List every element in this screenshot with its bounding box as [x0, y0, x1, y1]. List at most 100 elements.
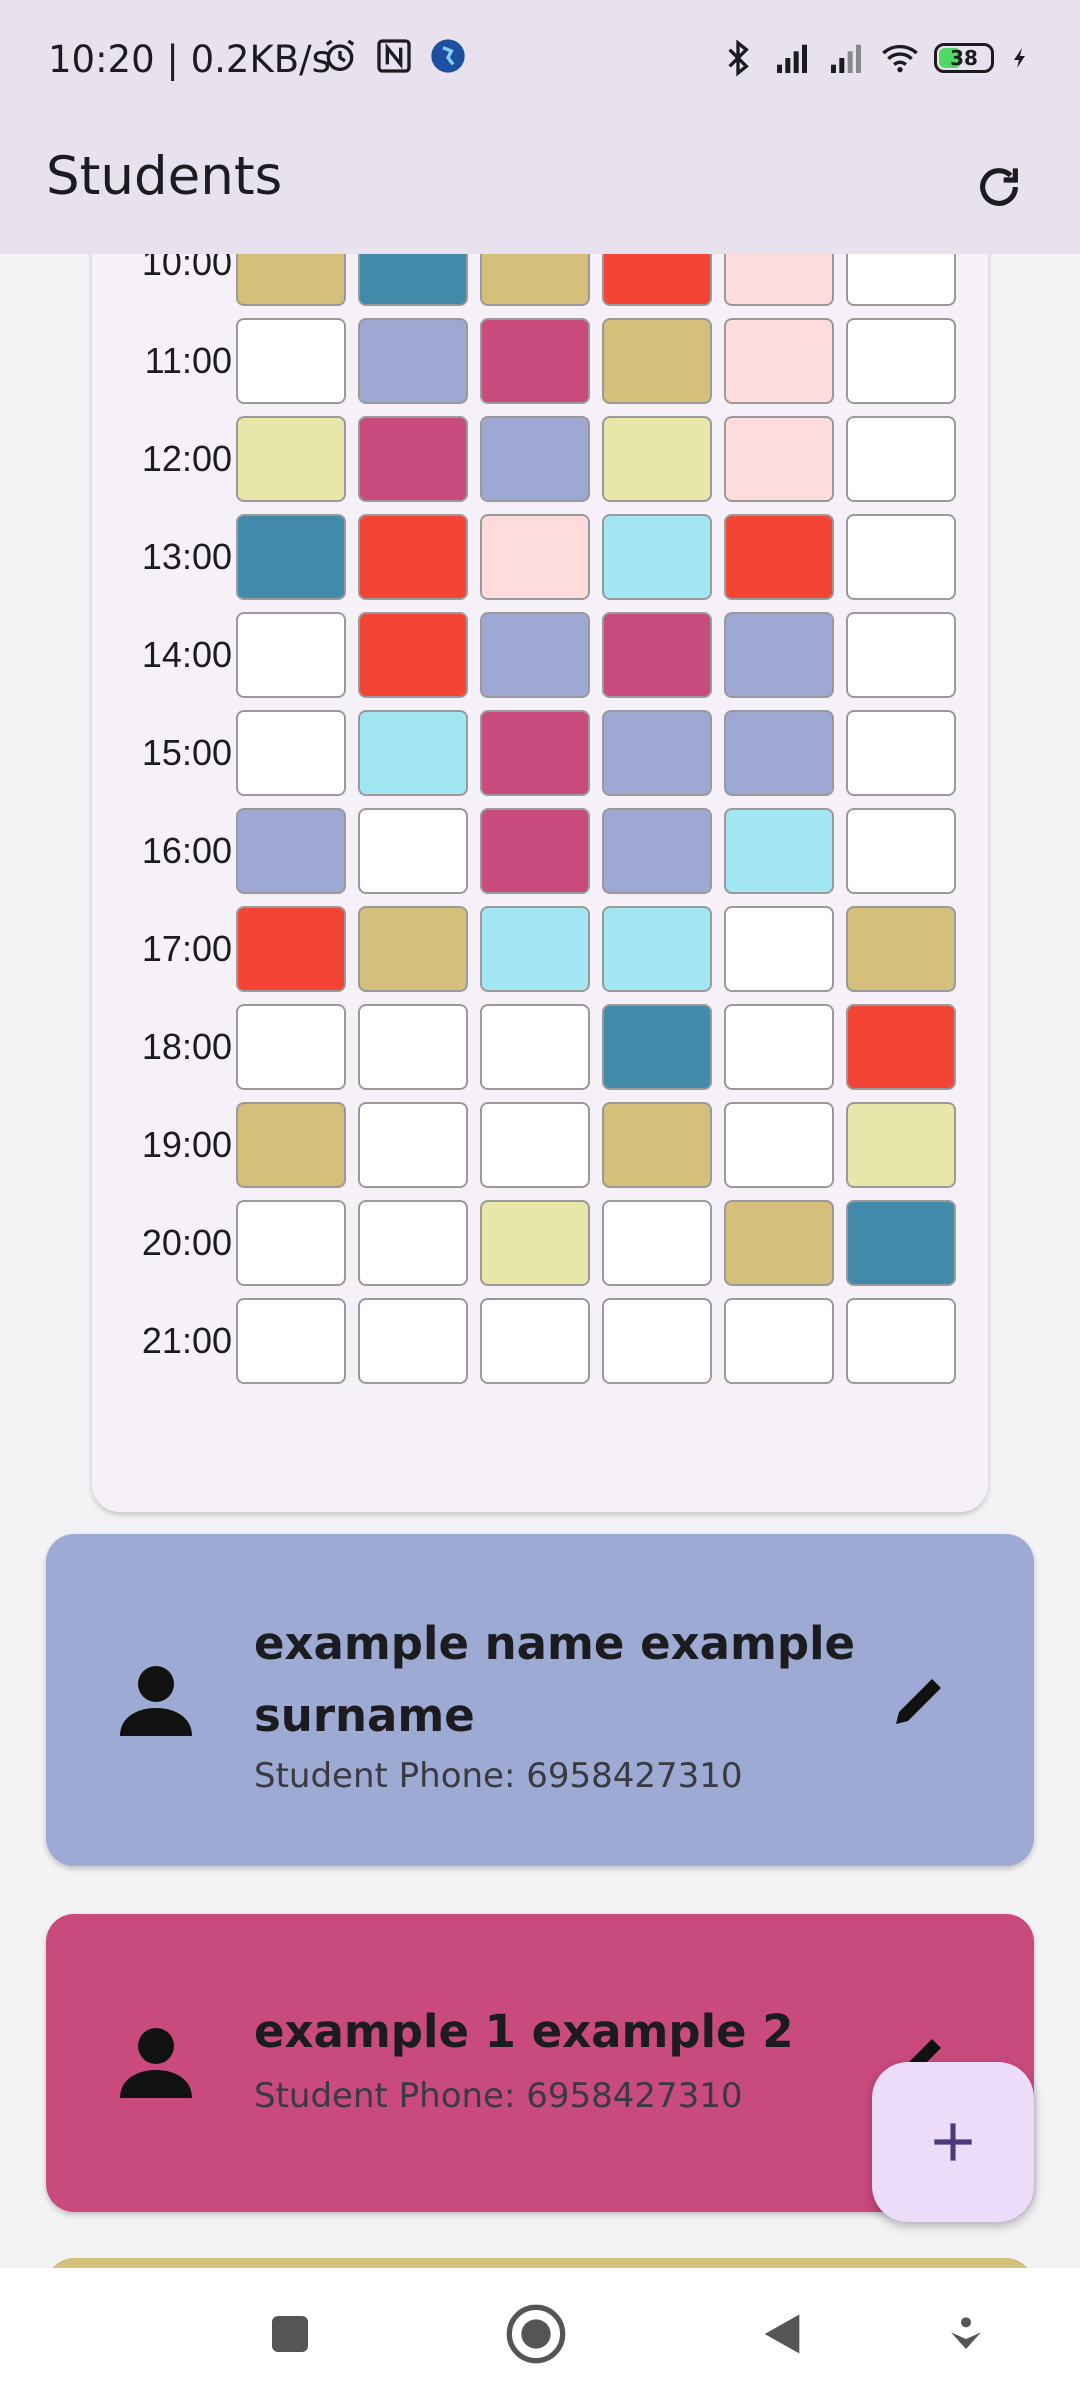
person-icon: [120, 1666, 192, 1736]
schedule-cell[interactable]: [724, 318, 834, 404]
schedule-cell[interactable]: [846, 1102, 956, 1188]
schedule-row: 13:00: [92, 514, 988, 600]
schedule-cell[interactable]: [480, 612, 590, 698]
schedule-row: 11:00: [92, 318, 988, 404]
schedule-cell[interactable]: [724, 1004, 834, 1090]
schedule-cell[interactable]: [236, 514, 346, 600]
schedule-cell[interactable]: [724, 1102, 834, 1188]
time-label: 13:00: [141, 536, 232, 577]
alarm-icon: [325, 39, 355, 71]
student-phone: Student Phone: 6958427310: [254, 1756, 743, 1796]
time-label: 21:00: [141, 1320, 232, 1361]
schedule-cell[interactable]: [358, 906, 468, 992]
schedule-cell[interactable]: [480, 906, 590, 992]
add-student-button[interactable]: [872, 2062, 1034, 2222]
schedule-cell[interactable]: [724, 1298, 834, 1384]
schedule-cell[interactable]: [602, 1004, 712, 1090]
schedule-row: 20:00: [92, 1200, 988, 1286]
schedule-cell[interactable]: [236, 906, 346, 992]
schedule-cell[interactable]: [724, 416, 834, 502]
schedule-cell[interactable]: [480, 1102, 590, 1188]
schedule-cell[interactable]: [602, 710, 712, 796]
schedule-cell[interactable]: [724, 710, 834, 796]
home-button[interactable]: [500, 2298, 572, 2370]
refresh-button[interactable]: [954, 142, 1044, 232]
schedule-cell[interactable]: [358, 1102, 468, 1188]
schedule-cell[interactable]: [480, 1200, 590, 1286]
signal-2-icon: [831, 44, 861, 73]
schedule-cell[interactable]: [236, 612, 346, 698]
schedule-cell[interactable]: [358, 1004, 468, 1090]
schedule-cell[interactable]: [724, 808, 834, 894]
schedule-cell[interactable]: [602, 906, 712, 992]
schedule-cell[interactable]: [846, 710, 956, 796]
schedule-row: 16:00: [92, 808, 988, 894]
schedule-cell[interactable]: [602, 1200, 712, 1286]
schedule-cell[interactable]: [724, 514, 834, 600]
schedule-cell[interactable]: [480, 318, 590, 404]
schedule-cell[interactable]: [236, 416, 346, 502]
schedule-cell[interactable]: [846, 1004, 956, 1090]
schedule-cell[interactable]: [236, 318, 346, 404]
schedule-cell[interactable]: [236, 1298, 346, 1384]
student-name: example name example surname: [254, 1617, 856, 1742]
schedule-cell[interactable]: [846, 1298, 956, 1384]
status-time: 10:20 | 0.2KB/s: [48, 38, 331, 81]
schedule-cell[interactable]: [358, 416, 468, 502]
schedule-cell[interactable]: [846, 808, 956, 894]
schedule-row: 21:00: [92, 1298, 988, 1384]
schedule-cell[interactable]: [236, 808, 346, 894]
edit-button[interactable]: [884, 1664, 956, 1736]
pencil-icon: [896, 1679, 941, 1724]
student-name: example 1 example 2: [254, 2005, 794, 2058]
person-icon: [120, 2028, 192, 2098]
page-title: Students: [46, 146, 283, 207]
schedule-cell[interactable]: [602, 612, 712, 698]
assistant-button[interactable]: [930, 2298, 1002, 2370]
schedule-cell[interactable]: [602, 514, 712, 600]
status-bar: 10:20 | 0.2KB/s 38: [0, 0, 1080, 122]
student-card[interactable]: example name example surname Student Pho…: [46, 1534, 1034, 1866]
schedule-cell[interactable]: [480, 1004, 590, 1090]
schedule-cell[interactable]: [846, 416, 956, 502]
schedule-cell[interactable]: [480, 1298, 590, 1384]
schedule-cell[interactable]: [236, 1102, 346, 1188]
schedule-cell[interactable]: [602, 1102, 712, 1188]
schedule-cell[interactable]: [602, 1298, 712, 1384]
schedule-cell[interactable]: [480, 710, 590, 796]
time-label: 20:00: [141, 1222, 232, 1263]
schedule-cell[interactable]: [846, 612, 956, 698]
time-label: 11:00: [144, 340, 232, 381]
time-label: 17:00: [141, 928, 232, 969]
schedule-cell[interactable]: [480, 808, 590, 894]
schedule-cell[interactable]: [602, 808, 712, 894]
schedule-cell[interactable]: [358, 1298, 468, 1384]
schedule-cell[interactable]: [480, 416, 590, 502]
schedule-cell[interactable]: [846, 1200, 956, 1286]
schedule-cell[interactable]: [358, 1200, 468, 1286]
back-button[interactable]: [746, 2298, 818, 2370]
schedule-cell[interactable]: [358, 612, 468, 698]
schedule-cell[interactable]: [236, 1004, 346, 1090]
schedule-cell[interactable]: [358, 710, 468, 796]
schedule-cell[interactable]: [724, 1200, 834, 1286]
schedule-cell[interactable]: [358, 808, 468, 894]
recents-button[interactable]: [254, 2298, 326, 2370]
schedule-row: 19:00: [92, 1102, 988, 1188]
square-icon: [272, 2316, 308, 2352]
schedule-cell[interactable]: [846, 318, 956, 404]
time-label: 14:00: [141, 634, 232, 675]
schedule-cell[interactable]: [358, 514, 468, 600]
schedule-cell[interactable]: [358, 318, 468, 404]
schedule-cell[interactable]: [602, 416, 712, 502]
schedule-cell[interactable]: [724, 906, 834, 992]
schedule-cell[interactable]: [846, 514, 956, 600]
schedule-cell[interactable]: [480, 514, 590, 600]
schedule-cell[interactable]: [236, 710, 346, 796]
schedule-cell[interactable]: [724, 612, 834, 698]
student-phone: Student Phone: 6958427310: [254, 2076, 743, 2116]
schedule-cell[interactable]: [236, 1200, 346, 1286]
back-triangle-icon: [764, 2314, 800, 2354]
schedule-cell[interactable]: [846, 906, 956, 992]
schedule-cell[interactable]: [602, 318, 712, 404]
